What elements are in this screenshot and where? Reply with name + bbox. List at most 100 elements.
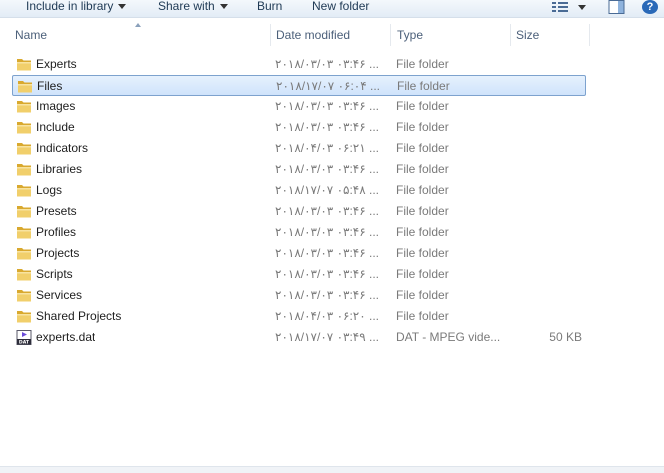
folder-icon [17,290,31,302]
file-type: File folder [396,225,449,239]
column-header-name[interactable]: Name [15,22,265,48]
file-type: File folder [396,141,449,155]
help-button[interactable]: ? [642,0,658,14]
date-modified: ۲۰۱۸/۰۳/۰۳ ۰۳:۴۶ ... [275,288,380,302]
date-modified: ۲۰۱۸/۰۳/۰۳ ۰۳:۴۶ ... [275,120,380,134]
date-modified: ۲۰۱۸/۰۴/۰۳ ۰۶:۲۰ ... [275,309,380,323]
column-divider[interactable] [270,24,271,46]
share-with-button[interactable]: Share with [158,0,228,16]
date-modified: ۲۰۱۸/۰۳/۰۳ ۰۳:۴۶ ... [275,267,380,281]
include-in-library-button[interactable]: Include in library [26,0,127,16]
file-name: Services [36,288,83,302]
file-type: File folder [396,120,449,134]
file-type: File folder [396,204,449,218]
file-size: 50 KB [549,330,582,344]
dat-file-icon: DAT [16,330,32,345]
file-name: Shared Projects [36,309,122,323]
svg-text:DAT: DAT [19,340,30,345]
file-type: File folder [396,57,449,71]
file-row[interactable]: Presets ۲۰۱۸/۰۳/۰۳ ۰۳:۴۶ ... File folder [12,201,586,222]
file-name: Images [36,99,76,113]
file-row[interactable]: Libraries ۲۰۱۸/۰۳/۰۳ ۰۳:۴۶ ... File folder [12,159,586,180]
file-row[interactable]: Scripts ۲۰۱۸/۰۳/۰۳ ۰۳:۴۶ ... File folder [12,264,586,285]
file-size [512,243,582,264]
file-row[interactable]: Services ۲۰۱۸/۰۳/۰۳ ۰۳:۴۶ ... File folder [12,285,586,306]
include-in-library-label: Include in library [26,0,114,13]
date-modified: ۲۰۱۸/۰۳/۰۳ ۰۳:۴۶ ... [275,162,380,176]
date-modified: ۲۰۱۸/۰۳/۰۳ ۰۳:۴۶ ... [275,99,380,113]
folder-icon [17,164,31,176]
column-divider[interactable] [589,24,590,46]
file-size [512,306,582,327]
file-size [512,180,582,201]
folder-icon [17,59,31,71]
folder-icon [17,122,31,134]
folder-icon [18,81,32,93]
folder-icon [17,185,31,197]
file-name: Presets [36,204,77,218]
date-modified: ۲۰۱۸/۱۷/۰۷ ۰۵:۴۸ ... [275,183,380,197]
command-bar: Include in library Share with Burn New f… [0,0,664,18]
file-size [512,117,582,138]
burn-button[interactable]: Burn [257,0,282,16]
file-size [512,96,582,117]
file-size [512,264,582,285]
file-name: experts.dat [36,330,96,344]
file-name: Libraries [36,162,83,176]
file-row[interactable]: Files ۲۰۱۸/۱۷/۰۷ ۰۶:۰۴ ... File folder [12,75,586,96]
file-name: Logs [36,183,63,197]
file-row[interactable]: Include ۲۰۱۸/۰۳/۰۳ ۰۳:۴۶ ... File folder [12,117,586,138]
file-type: File folder [396,99,449,113]
file-size [513,76,583,97]
file-size [512,159,582,180]
date-modified: ۲۰۱۸/۰۳/۰۳ ۰۳:۴۶ ... [275,225,380,239]
file-row[interactable]: Logs ۲۰۱۸/۱۷/۰۷ ۰۵:۴۸ ... File folder [12,180,586,201]
file-type: DAT - MPEG vide... [396,330,501,344]
change-view-button[interactable] [551,0,587,17]
file-size [512,54,582,75]
folder-icon [17,143,31,155]
file-type: File folder [397,79,450,93]
file-type: File folder [396,288,449,302]
file-row[interactable]: Projects ۲۰۱۸/۰۳/۰۳ ۰۳:۴۶ ... File folder [12,243,586,264]
date-modified: ۲۰۱۸/۱۷/۰۷ ۰۶:۰۴ ... [276,79,381,93]
file-size [512,201,582,222]
chevron-down-icon [219,4,228,9]
file-row[interactable]: Images ۲۰۱۸/۰۳/۰۳ ۰۳:۴۶ ... File folder [12,96,586,117]
date-modified: ۲۰۱۸/۱۷/۰۷ ۰۳:۴۹ ... [275,330,380,344]
file-row[interactable]: Indicators ۲۰۱۸/۰۴/۰۳ ۰۶:۲۱ ... File folde… [12,138,586,159]
folder-icon [17,206,31,218]
column-divider[interactable] [390,24,391,46]
date-modified: ۲۰۱۸/۰۳/۰۳ ۰۳:۴۶ ... [275,204,380,218]
file-name: Scripts [36,267,73,281]
file-row[interactable]: Experts ۲۰۱۸/۰۳/۰۳ ۰۳:۴۶ ... File folder [12,54,586,75]
file-row[interactable]: Shared Projects ۲۰۱۸/۰۴/۰۳ ۰۶:۲۰ ... File … [12,306,586,327]
file-row[interactable]: Profiles ۲۰۱۸/۰۳/۰۳ ۰۳:۴۶ ... File folder [12,222,586,243]
preview-pane-button[interactable] [608,0,626,18]
file-name: Profiles [36,225,77,239]
new-folder-button[interactable]: New folder [312,0,369,16]
file-size [512,222,582,243]
folder-icon [17,269,31,281]
column-header-type[interactable]: Type [397,22,507,48]
file-size [512,138,582,159]
file-name: Include [36,120,75,134]
preview-pane-icon [608,0,625,14]
folder-icon [17,227,31,239]
folder-icon [17,248,31,260]
share-with-label: Share with [158,0,215,13]
column-divider[interactable] [510,24,511,46]
column-header-size[interactable]: Size [516,22,586,48]
file-name: Experts [36,57,77,71]
date-modified: ۲۰۱۸/۰۴/۰۳ ۰۶:۲۱ ... [275,141,380,155]
file-size [512,285,582,306]
file-type: File folder [396,246,449,260]
file-name: Projects [36,246,80,260]
date-modified: ۲۰۱۸/۰۳/۰۳ ۰۳:۴۶ ... [275,246,380,260]
file-row[interactable]: DAT experts.dat ۲۰۱۸/۱۷/۰۷ ۰۳:۴۹ ... DAT - … [12,327,586,348]
file-type: File folder [396,309,449,323]
column-header-date[interactable]: Date modified [276,22,386,48]
chevron-down-icon [118,4,127,9]
file-type: File folder [396,267,449,281]
file-name: Files [37,79,63,93]
